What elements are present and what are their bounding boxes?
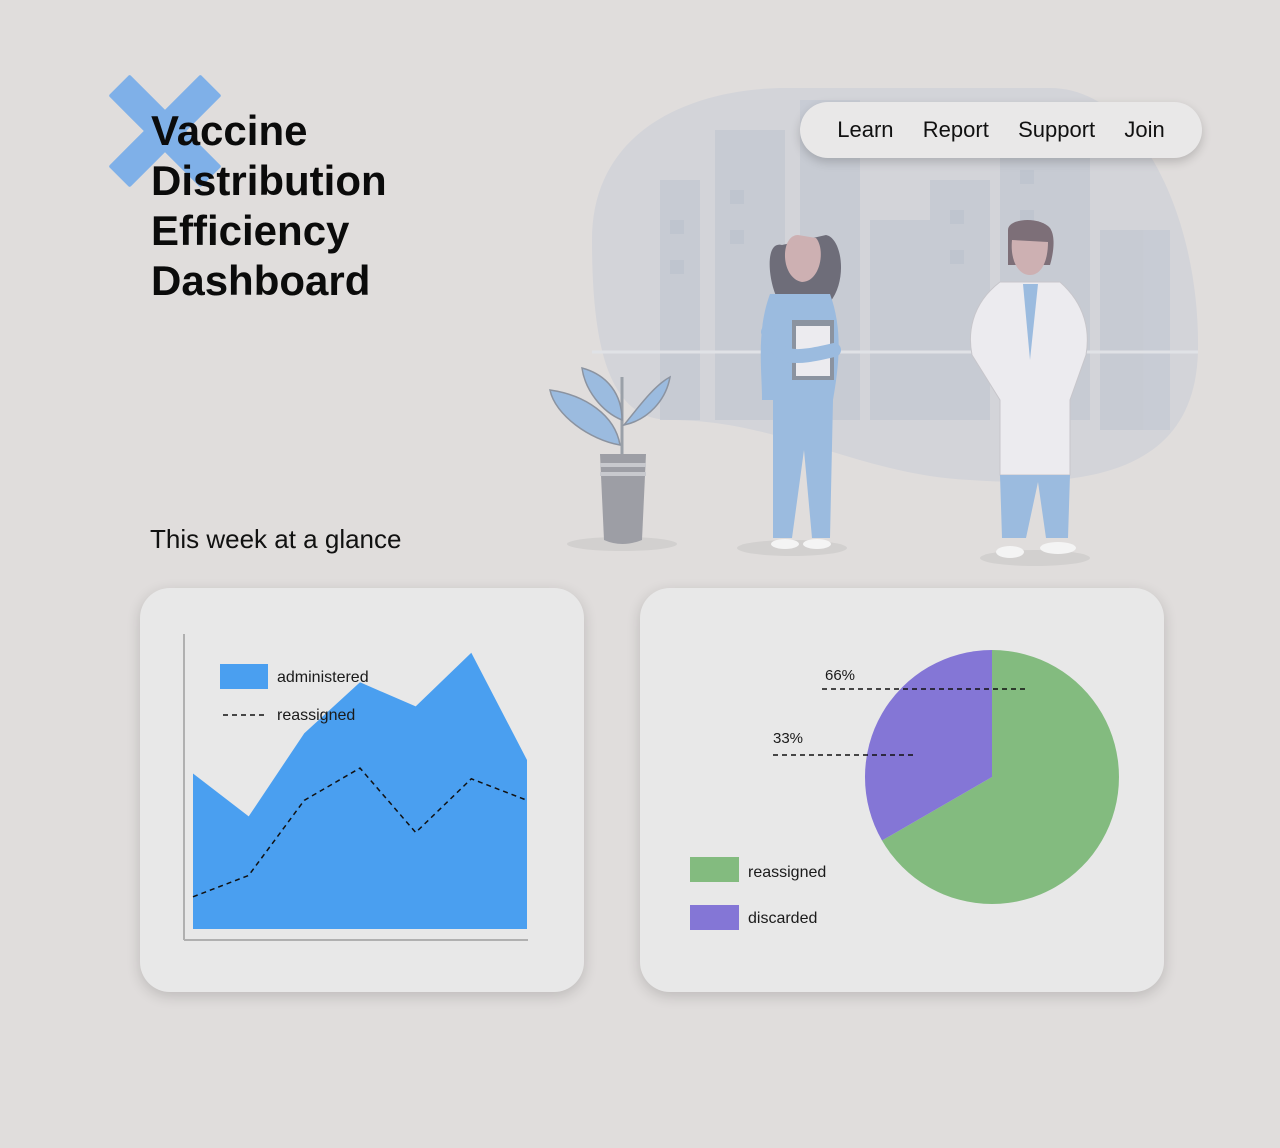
top-nav: Learn Report Support Join bbox=[800, 102, 1202, 158]
legend-swatch-administered bbox=[220, 664, 268, 689]
pie-chart-card: 66% 33% reassigned discarded bbox=[640, 588, 1164, 992]
slice-label-reassigned: 66% bbox=[825, 667, 855, 684]
nav-report[interactable]: Report bbox=[923, 117, 989, 143]
slice-label-discarded: 33% bbox=[773, 730, 803, 747]
title-line: Efficiency bbox=[151, 207, 350, 254]
nav-join[interactable]: Join bbox=[1124, 117, 1164, 143]
legend-label-reassigned: reassigned bbox=[748, 864, 826, 881]
page-title: Vaccine Distribution Efficiency Dashboar… bbox=[151, 106, 387, 306]
legend-swatch-reassigned bbox=[690, 857, 739, 882]
nav-learn[interactable]: Learn bbox=[837, 117, 893, 143]
legend-swatch-discarded bbox=[690, 905, 739, 930]
legend-label-administered: administered bbox=[277, 669, 369, 686]
legend-label-reassigned: reassigned bbox=[277, 707, 355, 724]
area-chart: administered reassigned bbox=[183, 634, 528, 941]
title-line: Distribution bbox=[151, 157, 387, 204]
title-line: Dashboard bbox=[151, 257, 371, 304]
area-chart-card: administered reassigned bbox=[140, 588, 584, 992]
legend-label-discarded: discarded bbox=[748, 910, 817, 927]
pie-chart: 66% 33% reassigned discarded bbox=[690, 650, 1119, 930]
administered-area bbox=[193, 652, 527, 929]
title-line: Vaccine bbox=[151, 107, 308, 154]
section-title: This week at a glance bbox=[150, 524, 402, 554]
nav-support[interactable]: Support bbox=[1018, 117, 1095, 143]
